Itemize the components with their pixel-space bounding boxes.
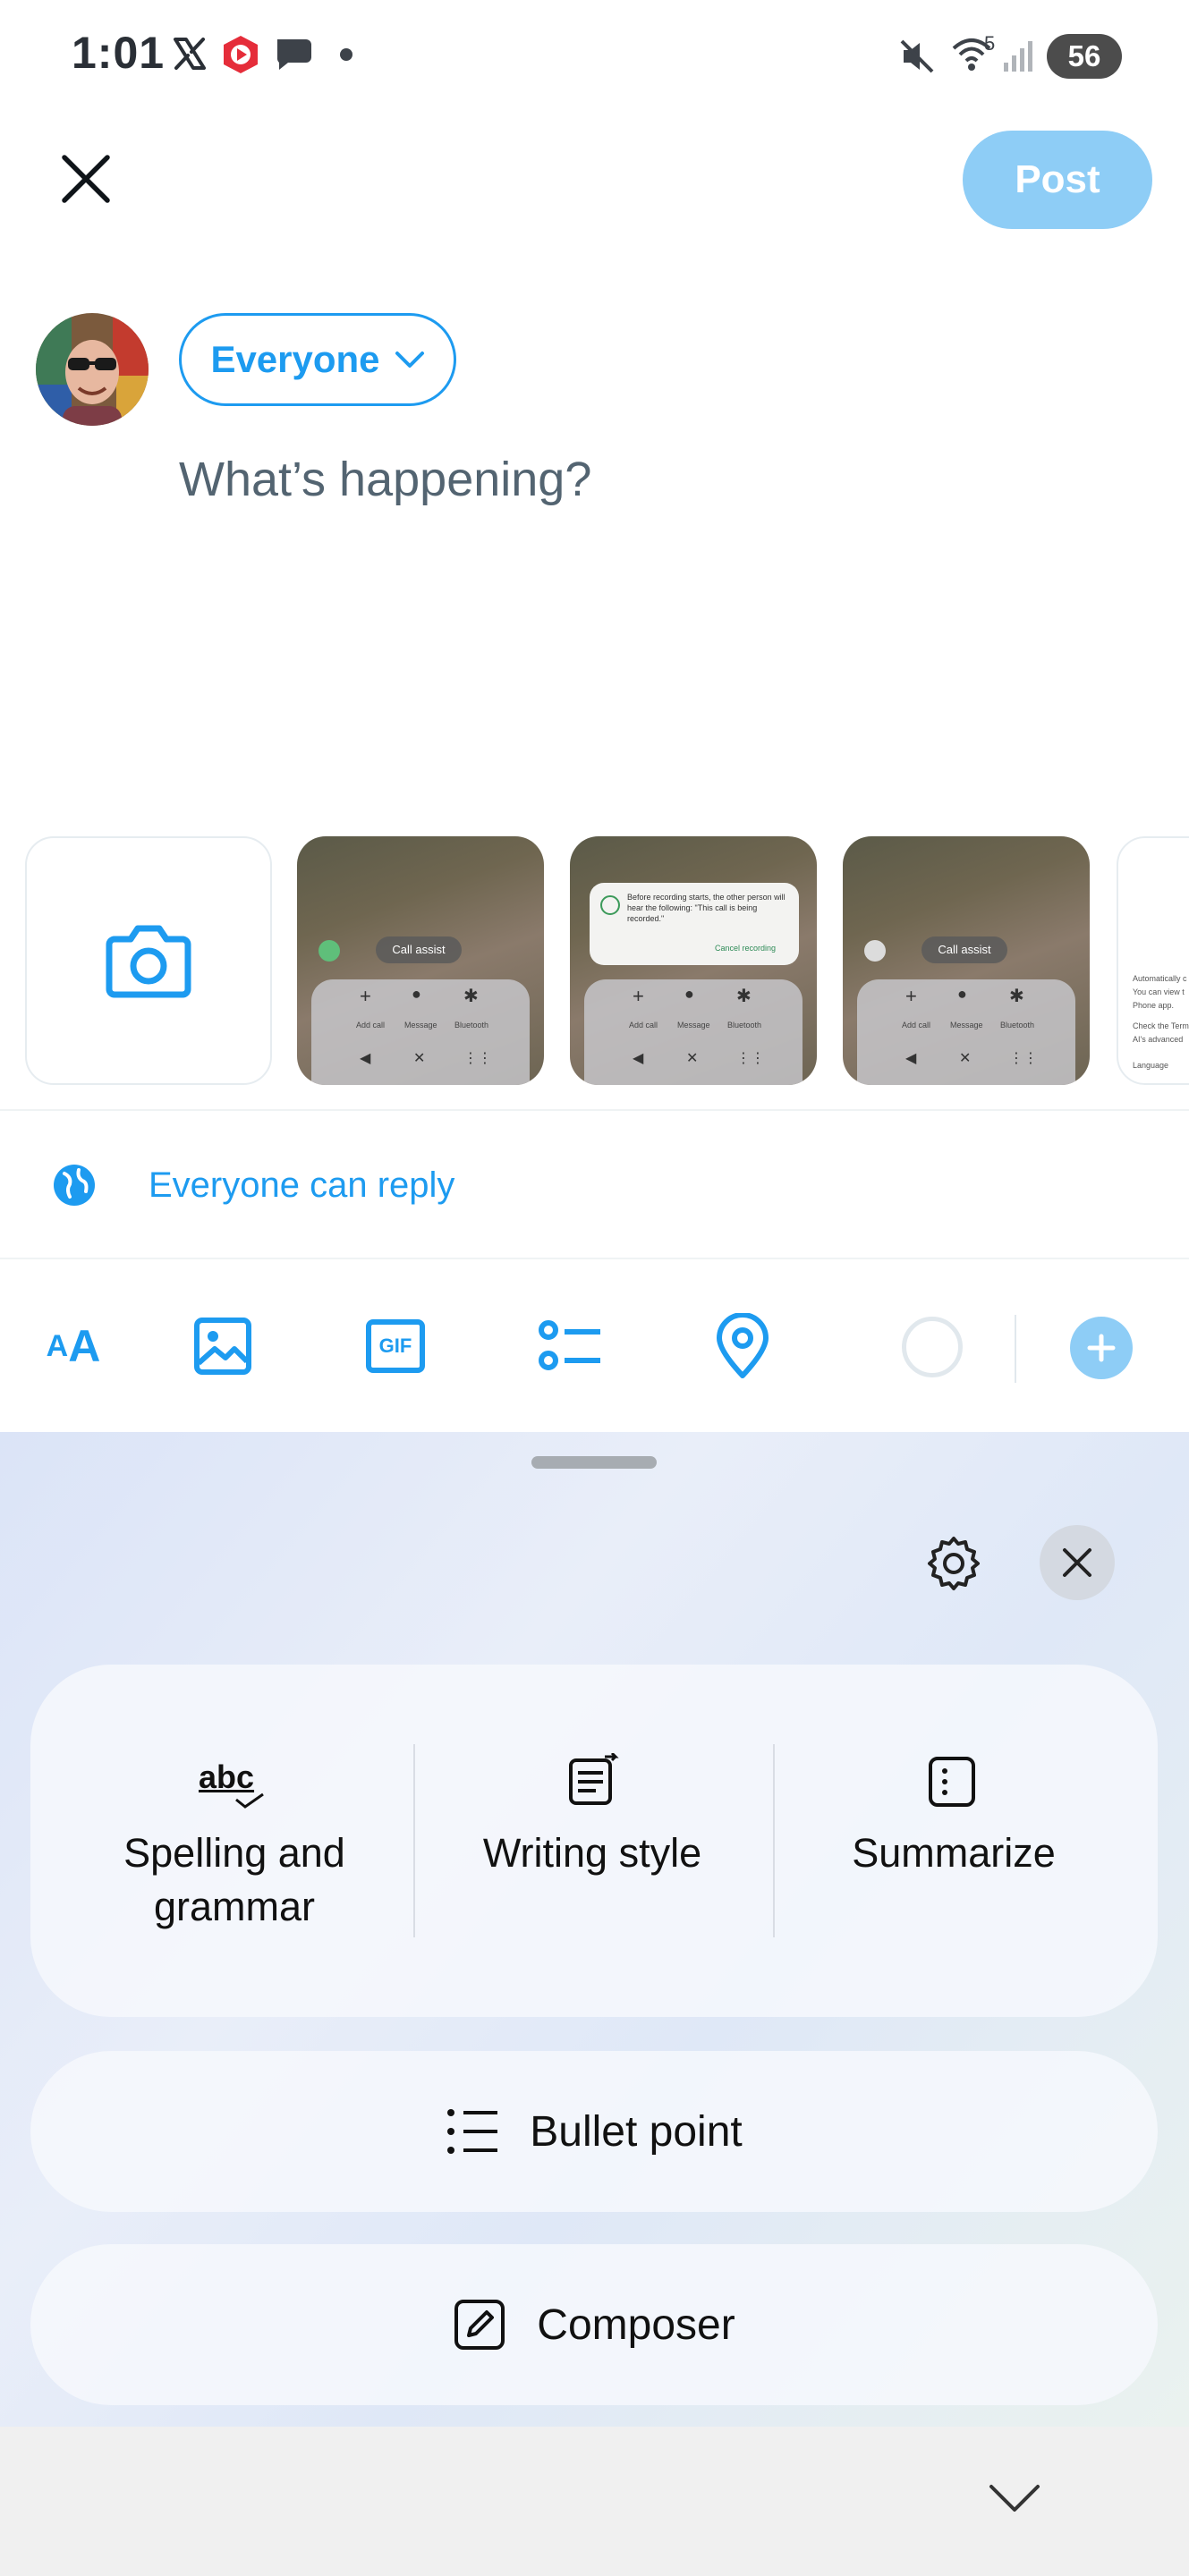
partial-line: Language [1133,1061,1169,1070]
bullet-point-label: Bullet point [530,2107,743,2156]
add-call-icon: + [633,985,644,1007]
composer-button[interactable]: Composer [30,2244,1158,2405]
assist-badge-icon [864,940,886,962]
partial-line: You can view t [1133,987,1185,996]
thumbnail-label: Message [950,1021,983,1030]
speaker-icon: ◀ [633,1051,644,1066]
gallery-thumbnail-partial[interactable]: Automatically c You can view t Phone app… [1117,836,1189,1085]
abc-icon: abc [199,1758,255,1795]
bluetooth-icon: ✱ [463,987,479,1006]
x-app-icon [174,38,206,70]
globe-icon [54,1165,95,1206]
close-icon[interactable] [59,152,113,206]
speaker-icon: ◀ [360,1051,371,1066]
thumbnail-chip: Call assist [376,936,462,963]
youtube-notification-icon [224,36,258,73]
writing-style-icon [569,1753,619,1805]
gear-icon[interactable] [923,1533,984,1594]
partial-line: Phone app. [1133,1001,1175,1010]
wifi-badge: 5 [984,32,996,55]
partial-line: Automatically c [1133,974,1187,983]
thumbnail-label: Message [404,1021,437,1030]
mic-off-icon: ✕ [413,1051,426,1066]
keypad-icon: ⋮⋮ [463,1051,492,1066]
reply-setting-label[interactable]: Everyone can reply [149,1165,454,1206]
image-icon[interactable] [187,1310,259,1382]
text-format-icon[interactable]: AA [38,1310,109,1382]
summarize-button[interactable]: Summarize [775,1826,1133,1880]
audience-label: Everyone [210,338,380,380]
recording-dialog: Before recording starts, the other perso… [590,883,799,965]
writing-style-button[interactable]: Writing style [413,1826,771,1880]
thumbnail-call-panel: + ● ✱ Add call Message Bluetooth ◀ ✕ ⋮⋮ [311,979,530,1085]
mute-icon [900,39,934,73]
thumbnail-label: Add call [629,1021,658,1030]
post-button[interactable]: Post [963,131,1152,229]
drag-handle[interactable] [531,1456,657,1469]
gif-label: GIF [366,1319,425,1373]
chevron-down-icon [395,352,424,368]
mic-off-icon: ✕ [959,1051,972,1066]
partial-line: AI's advanced [1133,1035,1184,1044]
edit-icon [454,2300,505,2350]
poll-icon[interactable] [535,1310,607,1382]
keypad-icon: ⋮⋮ [736,1051,765,1066]
gallery-thumbnail[interactable]: Before recording starts, the other perso… [570,836,817,1085]
status-time: 1:01 [72,28,166,78]
add-thread-icon[interactable] [1070,1317,1133,1379]
signal-icon [1004,41,1032,72]
thumbnail-label: Bluetooth [727,1021,762,1030]
recording-icon [600,895,620,915]
thumbnail-label: Add call [356,1021,386,1030]
divider [0,1258,1189,1259]
gallery-thumbnail[interactable]: Call assist + ● ✱ Add call Message Bluet… [297,836,544,1085]
gif-icon[interactable]: GIF [360,1310,431,1382]
message-icon: ● [684,985,694,1003]
composer-label: Composer [537,2301,735,2349]
keypad-icon: ⋮⋮ [1009,1051,1038,1066]
close-panel-button[interactable] [1040,1525,1115,1600]
toolbar-divider [1015,1315,1016,1383]
audience-selector[interactable]: Everyone [179,313,456,406]
character-count-ring [902,1317,963,1377]
add-call-icon: + [360,985,371,1007]
dialog-text: Before recording starts, the other perso… [627,893,786,923]
thumbnail-label: Bluetooth [1000,1021,1035,1030]
thumbnail-call-panel: + ● ✱ Add call Message Bluetooth ◀ ✕ ⋮⋮ [857,979,1075,1085]
assist-badge-icon [318,940,340,962]
thumbnail-label: Bluetooth [454,1021,489,1030]
gallery-thumbnail[interactable]: Call assist + ● ✱ Add call Message Bluet… [843,836,1090,1085]
partial-line: Check the Term [1133,1021,1189,1030]
avatar[interactable] [36,313,149,426]
camera-icon [106,925,191,998]
location-icon[interactable] [707,1310,778,1382]
thumbnail-label: Message [677,1021,710,1030]
bluetooth-icon: ✱ [1009,987,1024,1006]
battery-indicator: 56 [1047,34,1122,79]
bluetooth-icon: ✱ [736,987,752,1006]
camera-button[interactable] [25,836,272,1085]
message-icon: ● [412,985,421,1003]
dialog-action: Cancel recording [715,944,777,953]
spelling-grammar-button[interactable]: Spelling and grammar [55,1826,413,1934]
check-icon [235,1792,264,1809]
chevron-down-icon[interactable] [988,2483,1041,2515]
speaker-icon: ◀ [905,1051,917,1066]
bullet-point-button[interactable]: Bullet point [30,2051,1158,2212]
summarize-icon [929,1757,975,1807]
close-icon [1063,1548,1091,1577]
thumbnail-chip: Call assist [921,936,1007,963]
message-icon: ● [957,985,967,1003]
bullet-list-icon [447,2109,498,2154]
add-call-icon: + [905,985,917,1007]
thumbnail-call-panel: + ● ✱ Add call Message Bluetooth ◀ ✕ ⋮⋮ [584,979,803,1085]
more-notifications-dot [340,48,352,61]
compose-text-input[interactable]: What’s happening? [179,452,591,507]
mic-off-icon: ✕ [686,1051,699,1066]
thumbnail-label: Add call [902,1021,931,1030]
messages-notification-icon [277,39,311,70]
